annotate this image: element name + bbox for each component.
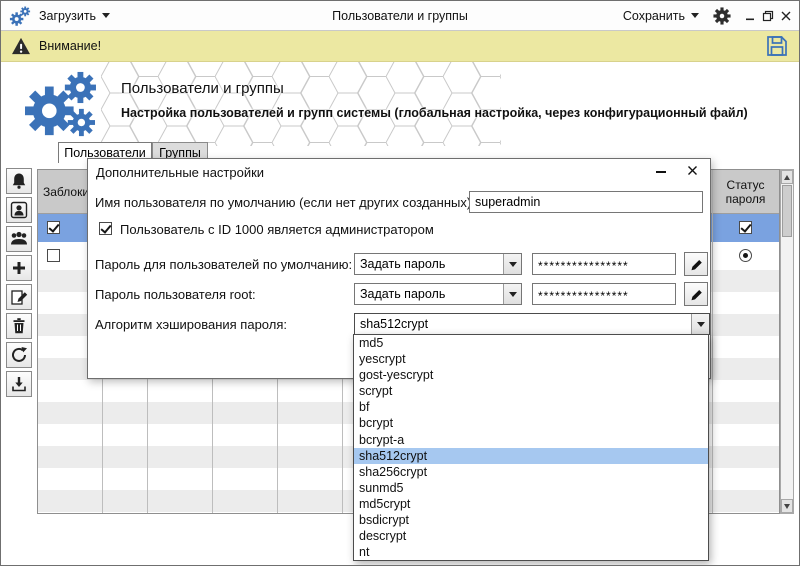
refresh-icon (10, 346, 28, 364)
dialog-minimize-button[interactable] (656, 171, 666, 173)
hash-option-sunmd5[interactable]: sunmd5 (354, 480, 708, 496)
close-button[interactable] (777, 5, 795, 27)
download-icon (10, 375, 28, 393)
dialog-title: Дополнительные настройки (96, 165, 264, 180)
dropdown-arrow-icon (691, 314, 709, 334)
hash-option-descrypt[interactable]: descrypt (354, 528, 708, 544)
default-password-edit-button[interactable] (684, 252, 708, 276)
warning-text: Внимание! (39, 39, 101, 53)
hash-option-bsdicrypt[interactable]: bsdicrypt (354, 512, 708, 528)
users-group-icon (9, 230, 29, 248)
page-subtitle: Настройка пользователей и групп системы … (121, 106, 781, 120)
root-password-mode-select[interactable]: Задать пароль (354, 283, 522, 305)
app-gears-icon (9, 5, 31, 27)
settings-gear-icon[interactable] (713, 7, 731, 25)
scrollbar-thumb[interactable] (782, 185, 792, 237)
admin-id1000-checkbox[interactable] (99, 222, 112, 235)
users-groups-gears-icon (23, 70, 97, 145)
hexagon-pattern-decoration (101, 62, 501, 146)
bell-icon (10, 172, 28, 190)
arrow-down-icon (784, 504, 790, 509)
notifications-button[interactable] (6, 168, 32, 194)
default-password-label: Пароль для пользователей по умолчанию: (95, 253, 352, 275)
edit-pencil-icon (10, 288, 28, 306)
root-password-input[interactable]: **************** (532, 283, 676, 305)
blocked-checkbox[interactable] (47, 249, 60, 262)
save-floppy-icon[interactable] (765, 34, 789, 58)
column-divider (712, 170, 713, 513)
blocked-checkbox[interactable] (47, 221, 60, 234)
hash-algorithm-select[interactable]: sha512crypt (354, 313, 710, 335)
page-title: Пользователи и группы (121, 80, 284, 97)
default-username-label: Имя пользователя по умолчанию (если нет … (95, 191, 475, 213)
default-password-input[interactable]: **************** (532, 253, 676, 275)
hash-option-scrypt[interactable]: scrypt (354, 383, 708, 399)
titlebar: Загрузить Пользователи и группы Сохранит… (1, 1, 799, 31)
edit-button[interactable] (6, 284, 32, 310)
hash-option-md5crypt[interactable]: md5crypt (354, 496, 708, 512)
load-menu-button[interactable]: Загрузить (31, 5, 118, 27)
root-password-edit-button[interactable] (684, 282, 708, 306)
user-account-button[interactable] (6, 197, 32, 223)
plus-icon (11, 260, 27, 276)
hash-option-bcrypt[interactable]: bcrypt (354, 415, 708, 431)
hash-option-md5[interactable]: md5 (354, 335, 708, 351)
add-button[interactable] (6, 255, 32, 281)
dropdown-arrow-icon (503, 254, 521, 274)
save-menu-label: Сохранить (623, 9, 685, 23)
caret-down-icon (102, 13, 110, 18)
close-icon (687, 165, 698, 176)
vertical-scrollbar[interactable] (780, 169, 794, 514)
hash-option-gost-yescrypt[interactable]: gost-yescrypt (354, 367, 708, 383)
hash-algorithm-dropdown: md5yescryptgost-yescryptscryptbfbcryptbc… (353, 334, 709, 561)
save-menu-button[interactable]: Сохранить (615, 5, 707, 27)
trash-icon (10, 317, 28, 335)
side-toolbar (6, 168, 33, 397)
scroll-down-button[interactable] (781, 499, 793, 513)
download-button[interactable] (6, 371, 32, 397)
default-password-mode-select[interactable]: Задать пароль (354, 253, 522, 275)
hash-option-bf[interactable]: bf (354, 399, 708, 415)
column-header-password-status[interactable]: Статус пароля (712, 170, 779, 214)
arrow-up-icon (784, 175, 790, 180)
refresh-button[interactable] (6, 342, 32, 368)
root-password-label: Пароль пользователя root: (95, 283, 256, 305)
scroll-up-button[interactable] (781, 170, 793, 184)
default-username-input[interactable]: superadmin (469, 191, 703, 213)
password-status-radio[interactable] (739, 249, 752, 262)
app-window: Загрузить Пользователи и группы Сохранит… (0, 0, 800, 566)
load-menu-label: Загрузить (39, 9, 96, 23)
page-header: Пользователи и группы Настройка пользова… (1, 62, 799, 146)
admin-id1000-label: Пользователь с ID 1000 является админист… (120, 218, 434, 240)
dropdown-arrow-icon (503, 284, 521, 304)
caret-down-icon (691, 13, 699, 18)
dialog-close-button[interactable] (687, 165, 698, 176)
pencil-icon (689, 257, 704, 272)
maximize-button[interactable] (759, 5, 777, 27)
users-group-button[interactable] (6, 226, 32, 252)
warning-triangle-icon (11, 37, 31, 55)
user-icon (10, 201, 28, 219)
delete-button[interactable] (6, 313, 32, 339)
pencil-icon (689, 287, 704, 302)
warning-bar: Внимание! (1, 31, 799, 62)
hash-option-yescrypt[interactable]: yescrypt (354, 351, 708, 367)
hash-option-sha256crypt[interactable]: sha256crypt (354, 464, 708, 480)
hash-algorithm-label: Алгоритм хэширования пароля: (95, 313, 287, 335)
hash-option-bcrypt-a[interactable]: bcrypt-a (354, 431, 708, 447)
minimize-button[interactable] (741, 5, 759, 27)
password-status-checkbox[interactable] (739, 221, 752, 234)
hash-option-sha512crypt[interactable]: sha512crypt (354, 448, 708, 464)
hash-option-nt[interactable]: nt (354, 544, 708, 560)
